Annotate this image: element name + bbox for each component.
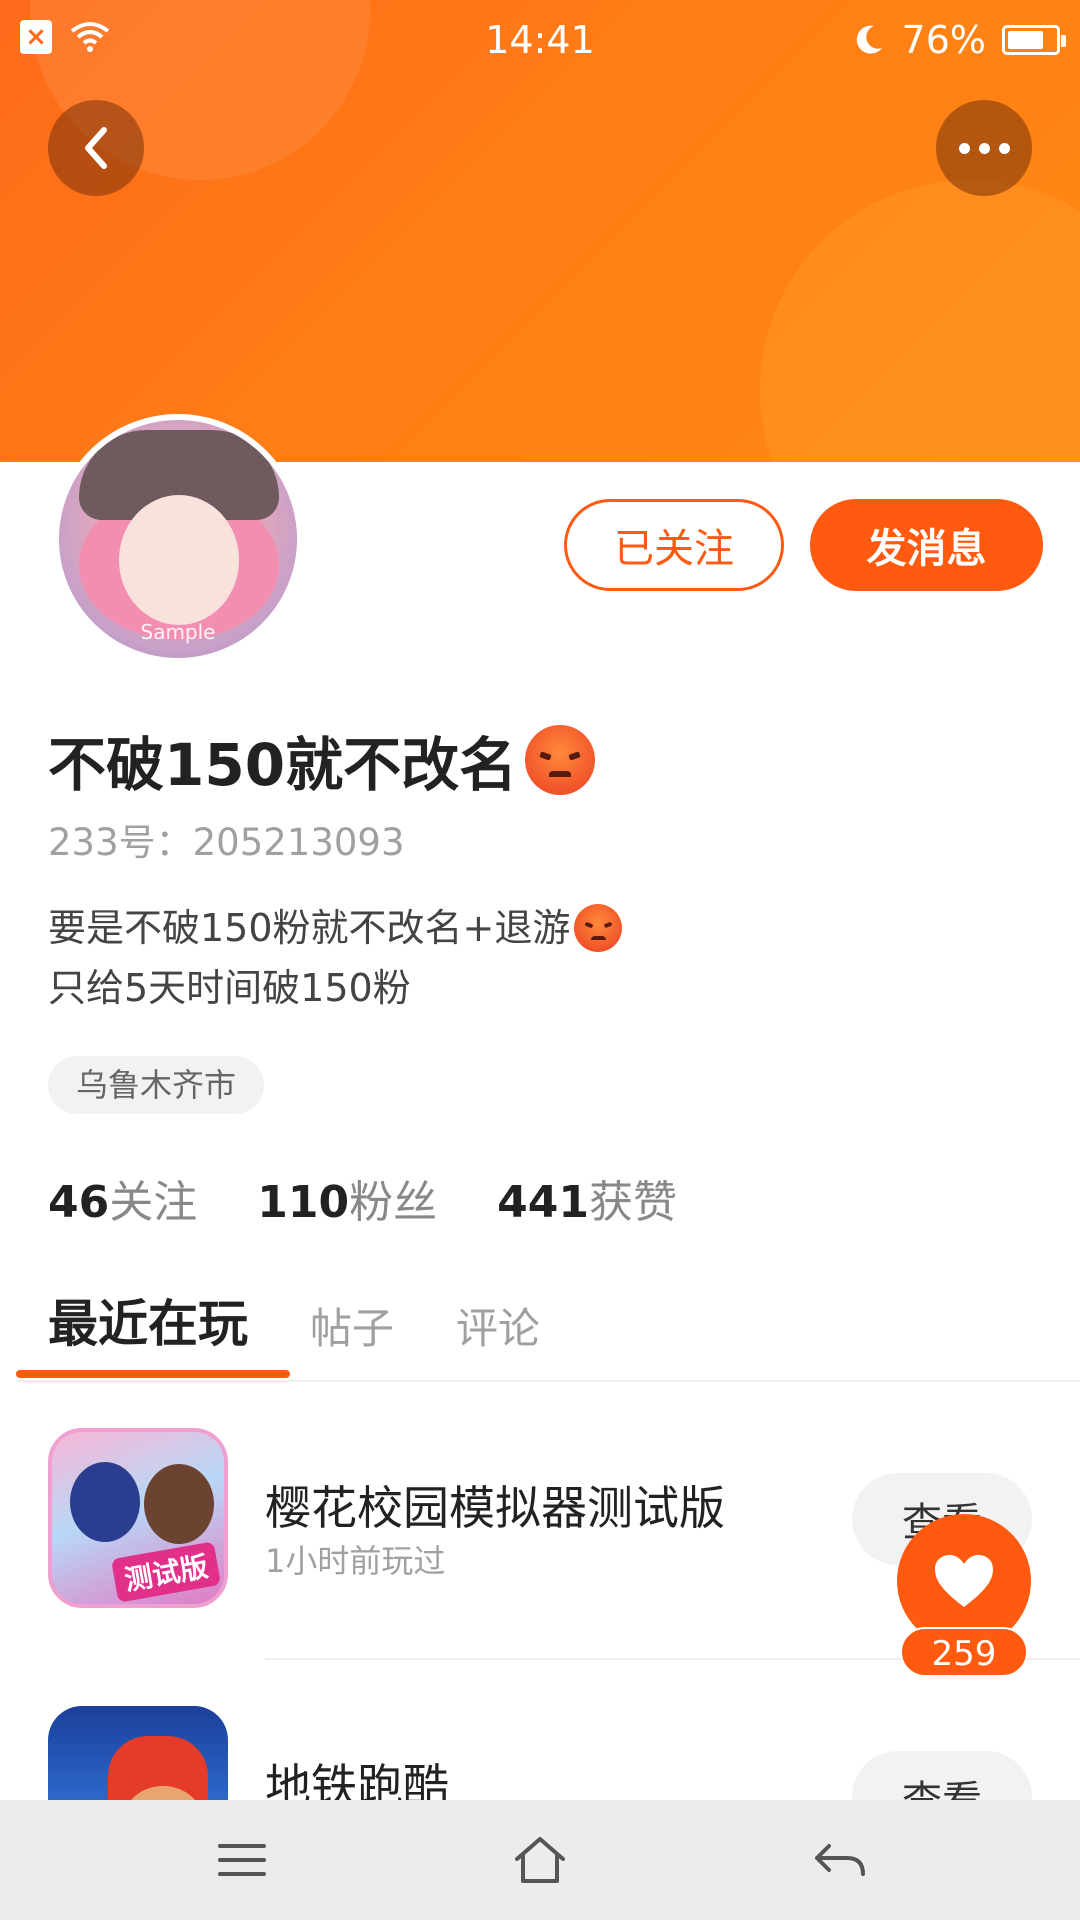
back-arrow-icon — [815, 1844, 865, 1876]
more-button[interactable] — [936, 100, 1032, 196]
stat-number: 110 — [257, 1177, 350, 1228]
game-title: 樱花校园模拟器测试版 — [265, 1481, 725, 1535]
banner-decoration — [760, 180, 1080, 462]
angry-emoji-icon — [574, 904, 623, 952]
system-nav-bar — [0, 1800, 1080, 1920]
location-badge: 乌鲁木齐市 — [48, 1056, 265, 1114]
bio-line1-text: 要是不破150粉就不改名+退游 — [48, 906, 571, 950]
bio-line: 要是不破150粉就不改名+退游 — [48, 898, 623, 958]
following-button[interactable]: 已关注 — [564, 499, 784, 591]
angry-emoji-icon — [525, 725, 596, 795]
stat-number: 441 — [497, 1177, 589, 1228]
battery-percent: 76% — [901, 18, 986, 62]
nav-home-button[interactable] — [510, 1830, 570, 1890]
game-icon-tag: 测试版 — [110, 1541, 222, 1603]
battery-fill — [1008, 31, 1043, 49]
chevron-left-icon — [85, 127, 107, 169]
stat-number: 46 — [48, 1177, 110, 1228]
moon-icon — [856, 25, 882, 54]
stat-label: 关注 — [109, 1177, 198, 1228]
profile-name-text: 不破150就不改名 — [48, 731, 518, 799]
game-icon: 测试版 — [48, 1428, 228, 1608]
stat-following[interactable]: 46关注 — [48, 1166, 197, 1230]
avatar-watermark: Sample — [140, 620, 216, 644]
status-right: 76% — [850, 18, 1066, 62]
stat-likes[interactable]: 441获赞 — [497, 1166, 677, 1230]
profile-stats: 46关注 110粉丝 441获赞 — [48, 1166, 677, 1230]
heart-icon — [935, 1555, 993, 1607]
profile-bio: 要是不破150粉就不改名+退游 只给5天时间破150粉 — [48, 898, 623, 1018]
profile-banner: × 14:41 76% — [0, 0, 1080, 462]
profile-tabs: 最近在玩 帖子 评论 — [48, 1284, 540, 1356]
tab-recently-played[interactable]: 最近在玩 — [48, 1284, 248, 1356]
more-dots-icon — [958, 142, 1010, 154]
bio-line: 只给5天时间破150粉 — [48, 958, 622, 1018]
avatar[interactable]: Sample — [53, 414, 303, 664]
status-bar: × 14:41 76% — [0, 0, 1080, 80]
active-tab-indicator — [16, 1370, 290, 1378]
tab-posts[interactable]: 帖子 — [310, 1295, 394, 1356]
game-last-played: 1小时前玩过 — [265, 1542, 446, 1580]
profile-name: 不破150就不改名 — [48, 718, 596, 802]
back-button[interactable] — [48, 100, 144, 196]
tab-comments[interactable]: 评论 — [456, 1295, 540, 1356]
nav-menu-button[interactable] — [212, 1830, 272, 1890]
stat-followers[interactable]: 110粉丝 — [257, 1166, 437, 1230]
menu-icon — [218, 1844, 266, 1876]
send-message-button[interactable]: 发消息 — [810, 499, 1043, 591]
stat-label: 粉丝 — [349, 1177, 438, 1228]
user-id: 233号：205213093 — [48, 821, 405, 864]
home-icon — [515, 1837, 565, 1883]
tab-divider — [16, 1380, 1080, 1382]
battery-icon — [1002, 25, 1066, 55]
stat-label: 获赞 — [588, 1177, 677, 1228]
like-count: 259 — [900, 1627, 1028, 1677]
bio-line2-text: 只给5天时间破150粉 — [48, 966, 411, 1010]
nav-back-button[interactable] — [810, 1830, 870, 1890]
